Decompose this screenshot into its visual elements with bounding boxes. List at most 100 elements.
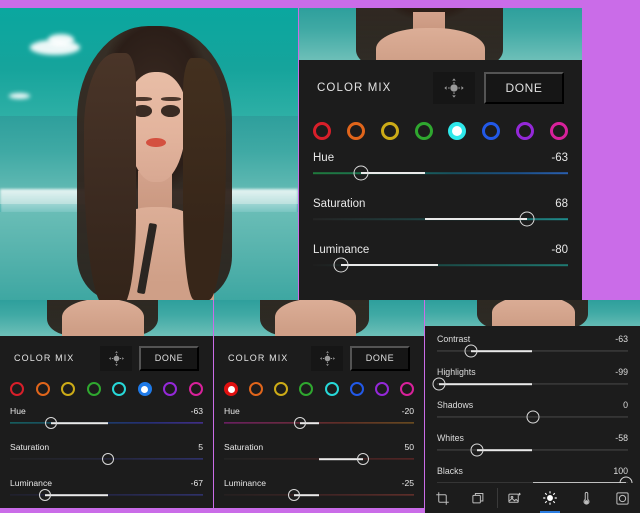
- toolbar-item-color[interactable]: [568, 483, 604, 513]
- toolbar-item-crop[interactable]: [425, 483, 461, 513]
- color-swatch-blue[interactable]: [137, 382, 152, 396]
- toolbar-item-layers[interactable]: [461, 483, 497, 513]
- color-mix-panel-main: COLOR MIX DONE Hue -63 Saturation 68 Luminan…: [299, 60, 582, 300]
- color-swatch-yellow[interactable]: [61, 382, 76, 396]
- slider-track[interactable]: [437, 344, 628, 358]
- color-swatch-aqua[interactable]: [112, 382, 127, 396]
- slider-track[interactable]: [437, 443, 628, 457]
- done-button[interactable]: DONE: [484, 72, 564, 104]
- color-swatch-row[interactable]: [0, 380, 213, 400]
- toolbar-item-effects[interactable]: [604, 483, 640, 513]
- slider-track-base: [224, 422, 414, 424]
- layers-icon: [472, 492, 484, 503]
- color-swatch-red[interactable]: [313, 122, 331, 140]
- slider-knob[interactable]: [38, 489, 51, 501]
- slider-luminance[interactable]: Luminance -67: [10, 478, 203, 502]
- slider-track[interactable]: [437, 410, 628, 424]
- color-swatch-yellow[interactable]: [274, 382, 289, 396]
- slider-header: Saturation 5: [10, 442, 203, 452]
- slider-knob[interactable]: [526, 410, 539, 424]
- slider-track[interactable]: [313, 210, 568, 228]
- slider-contrast[interactable]: Contrast -63: [437, 334, 628, 358]
- target-adjust-icon-button[interactable]: [311, 345, 343, 371]
- slider-value: -58: [615, 433, 628, 443]
- swatch-selected-dot: [227, 385, 235, 393]
- slider-label: Blacks: [437, 466, 463, 476]
- color-swatch-row[interactable]: [299, 116, 582, 144]
- color-swatch-orange[interactable]: [346, 122, 365, 140]
- slider-highlights[interactable]: Highlights -99: [432, 367, 628, 391]
- done-button[interactable]: DONE: [139, 345, 199, 371]
- slider-label: Saturation: [224, 442, 264, 452]
- slider-track[interactable]: [10, 452, 203, 466]
- slider-saturation[interactable]: Saturation 5: [10, 442, 203, 466]
- color-swatch-blue[interactable]: [349, 382, 364, 396]
- photo-preview-main-top[interactable]: [299, 8, 582, 60]
- color-swatch-purple[interactable]: [374, 382, 389, 396]
- slider-track[interactable]: [10, 416, 203, 430]
- color-swatch-green[interactable]: [86, 382, 101, 396]
- slider-track-fill: [361, 172, 426, 174]
- slider-track[interactable]: [432, 377, 628, 391]
- slider-whites[interactable]: Whites -58: [437, 433, 628, 457]
- slider-track[interactable]: [313, 164, 568, 182]
- photo-preview-main[interactable]: [0, 8, 298, 300]
- color-swatch-blue[interactable]: [482, 122, 501, 140]
- slider-header: Hue -20: [224, 406, 414, 416]
- photo-preview-left[interactable]: [0, 300, 213, 336]
- slider-knob[interactable]: [44, 417, 57, 429]
- color-swatch-purple[interactable]: [516, 122, 535, 140]
- slider-track[interactable]: [10, 488, 203, 502]
- color-swatch-orange[interactable]: [35, 382, 50, 396]
- target-adjust-icon-button[interactable]: [100, 345, 132, 371]
- done-button[interactable]: DONE: [350, 345, 410, 371]
- slider-knob[interactable]: [353, 165, 369, 181]
- slider-knob[interactable]: [102, 453, 115, 465]
- color-swatch-green[interactable]: [299, 382, 314, 396]
- photo-preview-mid[interactable]: [214, 300, 424, 336]
- slider-luminance[interactable]: Luminance -25: [224, 478, 414, 502]
- slider-knob[interactable]: [333, 257, 349, 273]
- slider-header: Luminance -67: [10, 478, 203, 488]
- slider-track-fill: [477, 449, 533, 451]
- color-swatch-magenta[interactable]: [399, 382, 414, 396]
- target-adjust-icon-button[interactable]: [433, 72, 475, 104]
- slider-hue[interactable]: Hue -63: [313, 152, 568, 182]
- color-swatch-magenta[interactable]: [188, 382, 203, 396]
- color-swatch-red[interactable]: [10, 382, 24, 396]
- color-swatch-aqua[interactable]: [448, 122, 467, 140]
- slider-knob[interactable]: [294, 417, 306, 429]
- slider-shadows[interactable]: Shadows 0: [437, 400, 628, 424]
- slider-knob[interactable]: [470, 443, 484, 457]
- slider-saturation[interactable]: Saturation 50: [224, 442, 414, 466]
- slider-track[interactable]: [224, 488, 414, 502]
- color-swatch-orange[interactable]: [249, 382, 264, 396]
- slider-value: -63: [615, 334, 628, 344]
- slider-track[interactable]: [313, 256, 568, 274]
- color-swatch-aqua[interactable]: [324, 382, 339, 396]
- slider-label: Hue: [313, 152, 335, 164]
- color-swatch-green[interactable]: [414, 122, 433, 140]
- toolbar-item-light[interactable]: [532, 483, 568, 513]
- color-swatch-purple[interactable]: [163, 382, 178, 396]
- light-adjust-panel: Contrast -63 Highlights -99 Shadows 0 Whites -5…: [425, 326, 640, 490]
- slider-hue[interactable]: Hue -20: [224, 406, 414, 430]
- slider-header: Luminance -25: [224, 478, 414, 488]
- slider-knob[interactable]: [464, 344, 478, 358]
- slider-track-base: [313, 172, 568, 174]
- slider-luminance[interactable]: Luminance -80: [313, 244, 568, 274]
- slider-knob[interactable]: [519, 211, 535, 227]
- slider-track[interactable]: [224, 416, 414, 430]
- slider-knob[interactable]: [432, 377, 446, 391]
- slider-track[interactable]: [224, 452, 414, 466]
- slider-knob[interactable]: [356, 453, 369, 465]
- color-swatch-yellow[interactable]: [380, 122, 399, 140]
- slider-hue[interactable]: Hue -63: [10, 406, 203, 430]
- slider-knob[interactable]: [288, 489, 301, 501]
- color-swatch-magenta[interactable]: [549, 122, 568, 140]
- slider-saturation[interactable]: Saturation 68: [313, 198, 568, 228]
- color-swatch-row[interactable]: [214, 380, 424, 400]
- bottom-toolbar[interactable]: [425, 483, 640, 513]
- color-swatch-red[interactable]: [224, 382, 238, 396]
- toolbar-item-presets[interactable]: [496, 483, 533, 513]
